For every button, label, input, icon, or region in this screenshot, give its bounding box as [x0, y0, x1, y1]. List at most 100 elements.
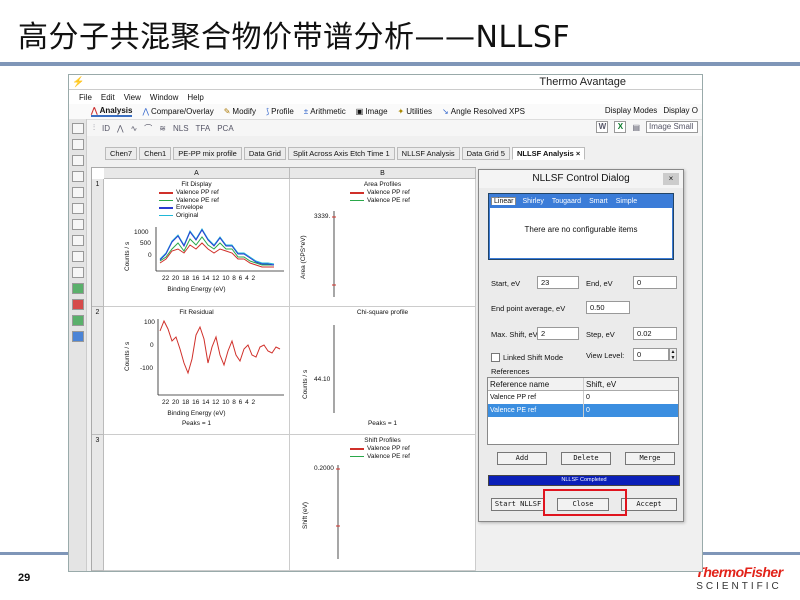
fit-residual-peaks: Peaks = 1	[181, 420, 212, 427]
cell-b3-shift-profiles[interactable]: Shift Profiles Valence PP ref Valence PE…	[290, 435, 476, 571]
doc-tab-nllsf-active[interactable]: NLLSF Analysis ×	[511, 147, 586, 160]
table-row[interactable]: Valence PE ref 0	[488, 404, 678, 417]
checkbox-box[interactable]	[491, 353, 500, 362]
menu-view[interactable]: View	[124, 93, 141, 102]
nls-button[interactable]: NLS	[173, 124, 189, 133]
tab-smart[interactable]: Smart	[587, 198, 610, 205]
spectrum-icon[interactable]	[72, 203, 84, 214]
grid-icon[interactable]	[72, 251, 84, 262]
accept-button[interactable]: Accept	[621, 498, 677, 511]
new-document-icon[interactable]	[72, 123, 84, 134]
cell-b1-area-profiles[interactable]: Area Profiles Valence PP ref Valence PE …	[290, 179, 476, 307]
step-ev-label: Step, eV	[586, 330, 615, 339]
quantify-icon[interactable]: ≋	[159, 124, 166, 133]
arithmetic-icon: ±	[303, 107, 309, 116]
column-header-a[interactable]: A	[104, 168, 290, 179]
display-modes-button[interactable]: Display Modes	[605, 106, 657, 115]
step-ev-field[interactable]: 0.02	[633, 327, 677, 340]
flask-icon[interactable]	[72, 219, 84, 230]
paste-icon[interactable]	[72, 155, 84, 166]
background-icon[interactable]: ⌒	[144, 123, 152, 134]
table-row[interactable]: Valence PP ref 0	[488, 391, 678, 404]
smooth-icon[interactable]: ∿	[131, 124, 138, 133]
ribbon-tab-image[interactable]: ▣ Image	[356, 107, 388, 116]
ribbon-tab-compare[interactable]: ⋀ Compare/Overlay	[142, 107, 213, 116]
ribbon-tab-modify[interactable]: ✎ Modify	[224, 107, 256, 116]
end-ev-label: End, eV	[586, 279, 613, 288]
start-nllsf-button[interactable]: Start NLLSF	[491, 498, 545, 511]
doc-tab-split-axis[interactable]: Split Across Axis Etch Time 1	[287, 147, 395, 160]
fit-display-x-ticks: 22 20 18 16 14 12 10 8 6 4 2	[162, 275, 256, 282]
table-icon[interactable]	[72, 267, 84, 278]
view-level-field[interactable]: 0	[633, 348, 669, 361]
tfa-button[interactable]: TFA	[196, 124, 211, 133]
peak-id-icon[interactable]: ⫶	[93, 123, 95, 133]
nllsf-progress-bar: NLLSF Completed	[488, 475, 680, 486]
add-button[interactable]: Add	[497, 452, 547, 465]
end-ev-field[interactable]: 0	[633, 276, 677, 289]
menu-help[interactable]: Help	[187, 93, 203, 102]
tab-linear[interactable]: Linear	[491, 197, 517, 205]
ribbon-tab-arithmetic-label: Arithmetic	[310, 107, 346, 116]
chi-square-peaks: Peaks = 1	[367, 420, 398, 427]
accept-highlight-box	[543, 489, 627, 516]
modify-icon: ✎	[223, 107, 231, 116]
start-ev-field[interactable]: 23	[537, 276, 579, 289]
cell-b2-chi-square[interactable]: Chi-square profile Counts / s 44.10 Peak…	[290, 307, 476, 435]
tab-shirley[interactable]: Shirley	[520, 198, 545, 205]
display-options-button[interactable]: Display O	[663, 106, 698, 115]
check-chart-icon[interactable]	[72, 299, 84, 310]
doc-tab-nllsf-1[interactable]: NLLSF Analysis	[396, 147, 460, 160]
save-icon[interactable]	[72, 171, 84, 182]
ribbon-tab-profile[interactable]: ⟆ Profile	[266, 107, 294, 116]
ribbon-tabs: ⋀ Analysis ⋀ Compare/Overlay ✎ Modify ⟆ Prof…	[69, 104, 702, 120]
image-size-select[interactable]: Image Small	[646, 121, 698, 133]
tab-tougaard[interactable]: Tougaard	[550, 198, 583, 205]
cell-a1-fit-display[interactable]: Fit Display Valence PP ref Valence PE re…	[104, 179, 290, 307]
peak-fit-icon[interactable]: ⋀	[117, 124, 124, 133]
delete-button[interactable]: Delete	[561, 452, 611, 465]
column-header-b[interactable]: B	[290, 168, 476, 179]
id-button[interactable]: ID	[102, 124, 110, 133]
reference-name-cell: Valence PE ref	[488, 404, 584, 417]
row-header-3[interactable]: 3	[92, 435, 104, 571]
row-header-2[interactable]: 2	[92, 307, 104, 435]
tab-simple[interactable]: Simple	[614, 198, 639, 205]
view-level-spinner[interactable]: ▲ ▼	[669, 348, 677, 361]
ribbon-tab-analysis[interactable]: ⋀ Analysis	[91, 106, 133, 117]
word-export-button[interactable]: W	[596, 121, 609, 133]
ribbon-tab-arxps[interactable]: ↘ Angle Resolved XPS	[442, 107, 525, 116]
cell-a2-fit-residual[interactable]: Fit Residual 100 0 -100 Counts / s 22 20…	[104, 307, 290, 435]
excel-export-button[interactable]: X	[614, 121, 627, 133]
tree-icon[interactable]	[72, 283, 84, 294]
max-shift-field[interactable]: 2	[537, 327, 579, 340]
menu-window[interactable]: Window	[150, 93, 178, 102]
element-table-icon[interactable]	[72, 235, 84, 246]
column-shift: Shift, eV	[586, 380, 617, 389]
linked-shift-checkbox[interactable]: Linked Shift Mode	[491, 353, 563, 362]
print-icon[interactable]	[72, 187, 84, 198]
doc-tab-chen1[interactable]: Chen1	[139, 147, 172, 160]
row-header-1[interactable]: 1	[92, 179, 104, 307]
copy-icon[interactable]	[72, 139, 84, 150]
ribbon-tab-utilities[interactable]: ✦ Utilities	[398, 107, 432, 116]
expand-panel-icon[interactable]	[72, 331, 84, 342]
page-number: 29	[18, 572, 31, 584]
brand-logo-bottom: SCIENTIFIC	[696, 581, 782, 592]
data-grid: A B 1 2 3 Fit Display Valence PP ref Val…	[91, 167, 476, 571]
close-tab-icon[interactable]: ×	[576, 149, 580, 158]
dialog-close-button[interactable]: ×	[663, 173, 679, 185]
endpoint-average-field[interactable]: 0.50	[586, 301, 630, 314]
menu-edit[interactable]: Edit	[101, 93, 115, 102]
cell-a3-empty[interactable]	[104, 435, 290, 571]
doc-tab-data-grid-5[interactable]: Data Grid 5	[461, 147, 510, 160]
doc-tab-pe-pp-mix[interactable]: PE-PP mix profile	[173, 147, 242, 160]
merge-button[interactable]: Merge	[625, 452, 675, 465]
doc-tab-data-grid[interactable]: Data Grid	[243, 147, 286, 160]
report-icon[interactable]	[72, 315, 84, 326]
pca-button[interactable]: PCA	[217, 124, 233, 133]
ribbon-tab-arithmetic[interactable]: ± Arithmetic	[304, 107, 346, 116]
menu-file[interactable]: File	[79, 93, 92, 102]
doc-tab-chen7[interactable]: Chen7	[105, 147, 138, 160]
ribbon-tab-utilities-label: Utilities	[406, 107, 433, 116]
